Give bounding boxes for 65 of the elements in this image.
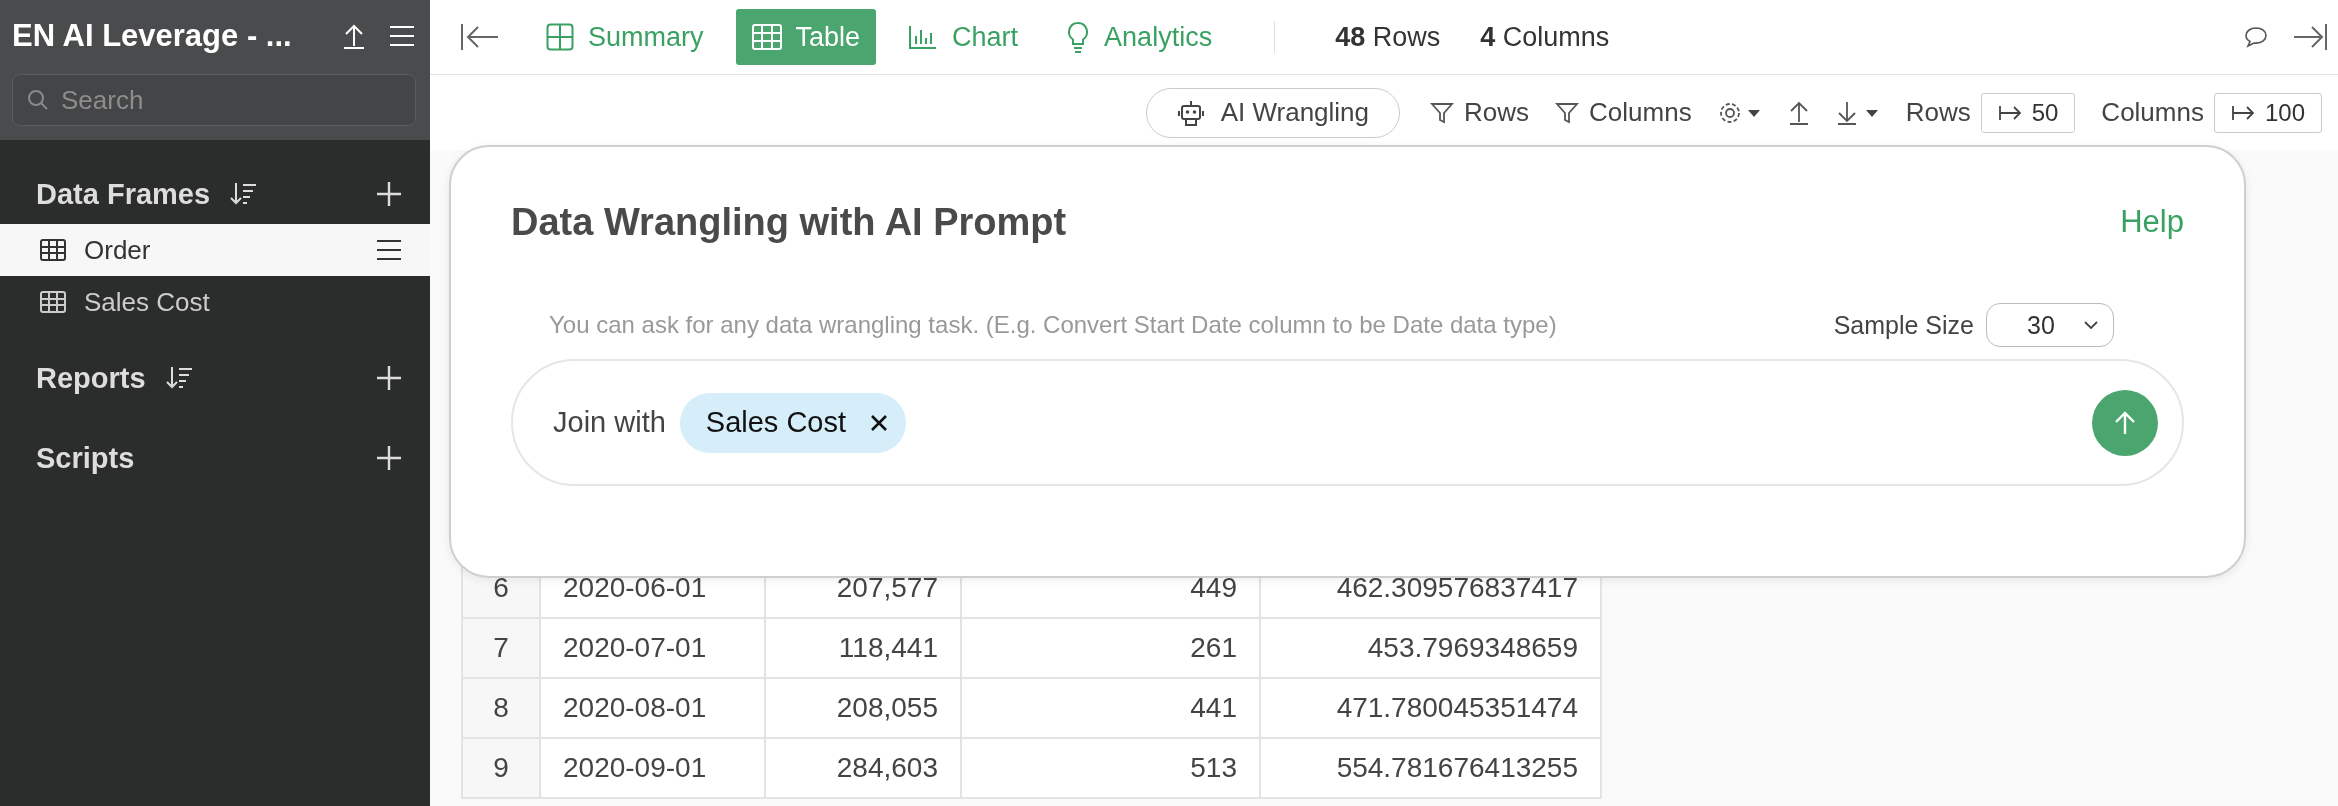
row-number: 9	[462, 738, 540, 798]
table-cell: 2020-08-01	[540, 678, 765, 738]
section-title: Scripts	[36, 441, 135, 475]
table-cell: 284,603	[765, 738, 961, 798]
table-cell: 441	[961, 678, 1260, 738]
search-field[interactable]: Search	[59, 83, 401, 117]
menu-icon[interactable]	[376, 239, 402, 261]
add-icon[interactable]	[376, 445, 402, 471]
search-box[interactable]: Search	[12, 74, 416, 126]
add-icon[interactable]	[376, 181, 402, 207]
chevron-down-icon	[2083, 320, 2099, 330]
ai-wrangling-button[interactable]: AI Wrangling	[1145, 87, 1401, 138]
grid-icon	[546, 23, 574, 51]
data-frame-item[interactable]: Order	[0, 224, 430, 276]
table-cell: 261	[961, 618, 1260, 678]
row-filter-button[interactable]: Rows	[1430, 97, 1530, 128]
rows-limit-field[interactable]: 50	[1980, 92, 2076, 133]
table-cell: 2020-09-01	[540, 738, 765, 798]
row-number: 7	[462, 618, 540, 678]
robot-icon	[1176, 98, 1205, 127]
table-cell: 513	[961, 738, 1260, 798]
bar-chart-icon	[908, 24, 939, 50]
hint-text: You can ask for any data wrangling task. (E.g. Convert Start Date column to be Date data type)	[549, 311, 1558, 339]
collapse-left-icon[interactable]	[460, 22, 500, 52]
data-frame-item[interactable]: Sales Cost	[0, 276, 430, 328]
comment-icon[interactable]	[2244, 26, 2268, 48]
filter-icon	[1555, 100, 1580, 125]
table-cell: 471.780045351474	[1260, 678, 1601, 738]
count-label: 4 Columns	[1480, 21, 1610, 53]
columns-limit-field[interactable]: 100	[2213, 92, 2322, 133]
table-icon	[40, 239, 66, 261]
columns-limit-label: Columns	[2101, 97, 2204, 128]
filter-icon	[1430, 100, 1455, 125]
section-title: Reports	[36, 361, 146, 395]
table-cell: 118,441	[765, 618, 961, 678]
project-title: EN AI Leverage - ...	[12, 18, 293, 54]
arrow-icon	[2230, 103, 2257, 122]
row-number: 8	[462, 678, 540, 738]
column-filter-button[interactable]: Columns	[1555, 97, 1692, 128]
search-icon	[27, 89, 49, 111]
menu-icon[interactable]	[388, 24, 416, 48]
prompt-field[interactable]: Join with Sales Cost	[511, 359, 2184, 486]
table-cell: 554.781676413255	[1260, 738, 1601, 798]
collapse-right-icon[interactable]	[2292, 22, 2328, 52]
table-cell: 208,055	[765, 678, 961, 738]
section-title: Data Frames	[36, 177, 211, 211]
remove-icon[interactable]	[870, 413, 889, 432]
dialog-title: Data Wrangling with AI Prompt	[511, 200, 1068, 244]
download-icon[interactable]	[1835, 99, 1880, 126]
sort-icon[interactable]	[230, 181, 259, 207]
table-cell: 2020-07-01	[540, 618, 765, 678]
sample-size-select[interactable]: 30	[1986, 303, 2114, 347]
lightbulb-icon	[1066, 21, 1091, 53]
upload-icon[interactable]	[342, 22, 366, 50]
table-icon	[40, 291, 66, 313]
arrow-icon	[1997, 103, 2024, 122]
data-frame-chip: Sales Cost	[679, 392, 907, 453]
sample-size-label: Sample Size	[1833, 310, 1974, 340]
count-label: 48 Rows	[1335, 21, 1441, 53]
sort-icon[interactable]	[165, 365, 194, 391]
table-cell: 453.7969348659	[1260, 618, 1601, 678]
upload-icon[interactable]	[1787, 99, 1810, 126]
table-icon	[751, 24, 782, 50]
add-icon[interactable]	[376, 365, 402, 391]
rows-limit-label: Rows	[1905, 97, 1971, 128]
